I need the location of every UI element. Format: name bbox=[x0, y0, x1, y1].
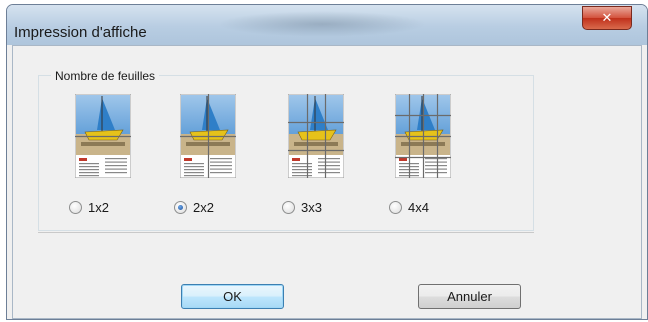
radio-2x2[interactable] bbox=[174, 200, 187, 214]
title-bar[interactable]: Impression d'affiche ✕ bbox=[7, 5, 647, 45]
close-icon: ✕ bbox=[601, 10, 613, 26]
cancel-button[interactable]: Annuler bbox=[418, 284, 521, 309]
option-1x2[interactable]: 1x2 bbox=[69, 94, 139, 224]
radio-label-4x4: 4x4 bbox=[408, 199, 429, 215]
radio-4x4[interactable] bbox=[389, 200, 402, 214]
option-3x3[interactable]: 3x3 bbox=[282, 94, 352, 224]
radio-1x2[interactable] bbox=[69, 200, 82, 214]
preview-3x3-image bbox=[288, 94, 344, 178]
window-title: Impression d'affiche bbox=[14, 24, 147, 41]
dialog-body: Nombre de feuilles 1x2 2x2 3x3 4x4 OK An… bbox=[12, 45, 642, 319]
radio-label-1x2: 1x2 bbox=[88, 199, 109, 215]
dialog-window: Impression d'affiche ✕ Nombre de feuille… bbox=[6, 4, 648, 320]
radio-label-3x3: 3x3 bbox=[301, 199, 322, 215]
option-4x4[interactable]: 4x4 bbox=[389, 94, 459, 224]
preview-2x2-image bbox=[180, 94, 236, 178]
radio-label-2x2: 2x2 bbox=[193, 199, 214, 215]
close-button[interactable]: ✕ bbox=[582, 6, 632, 30]
ok-button[interactable]: OK bbox=[181, 284, 284, 309]
separator bbox=[38, 232, 534, 233]
option-2x2[interactable]: 2x2 bbox=[174, 94, 244, 224]
radio-3x3[interactable] bbox=[282, 200, 295, 214]
preview-1x2-image bbox=[75, 94, 131, 178]
title-bar-glass bbox=[217, 11, 427, 37]
group-legend: Nombre de feuilles bbox=[51, 69, 160, 83]
preview-4x4-image bbox=[395, 94, 451, 178]
